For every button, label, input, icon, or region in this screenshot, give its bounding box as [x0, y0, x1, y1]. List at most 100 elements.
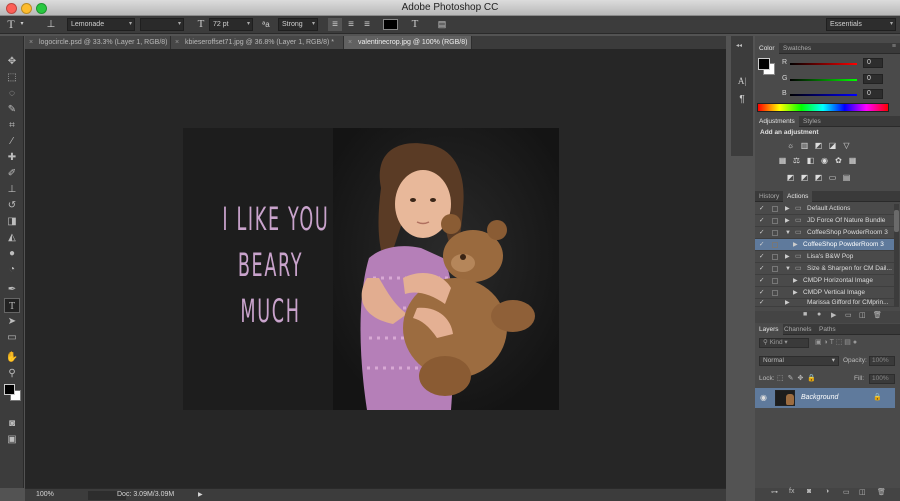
visibility-eye-icon[interactable]: ◉ [760, 393, 767, 402]
brush-tool-icon[interactable]: ✐ [4, 166, 20, 181]
close-tab-icon[interactable]: × [29, 36, 33, 49]
channel-b-value[interactable]: 0 [863, 89, 883, 99]
opacity-field[interactable]: 100% [869, 356, 895, 366]
channel-g-value[interactable]: 0 [863, 74, 883, 84]
add-mask-icon[interactable]: ◙ [807, 488, 811, 495]
history-brush-tool-icon[interactable]: ↺ [4, 198, 20, 213]
blur-tool-icon[interactable]: ● [4, 246, 20, 261]
close-window-button[interactable] [6, 3, 17, 14]
channel-b-slider[interactable] [790, 94, 857, 96]
delete-action-icon[interactable]: 🗑 [873, 311, 882, 319]
channel-mixer-icon[interactable]: ✿ [833, 156, 844, 165]
tab-styles[interactable]: Styles [799, 116, 825, 127]
play-icon[interactable]: ▶ [831, 311, 836, 319]
action-row[interactable]: ✓ ▶ CMDP Horizontal Image [755, 275, 895, 287]
lock-icons[interactable]: ⬚✎✥🔒 [777, 374, 820, 382]
invert-icon[interactable]: ◩ [785, 173, 796, 182]
crop-tool-icon[interactable]: ⌗ [4, 118, 20, 133]
tab-swatches[interactable]: Swatches [779, 43, 815, 54]
new-set-icon[interactable]: ▭ [845, 311, 852, 319]
tab-kbieseroffset71[interactable]: × kbieseroffset71.jpg @ 36.8% (Layer 1, R… [171, 36, 344, 49]
new-group-icon[interactable]: ▭ [843, 488, 850, 496]
channel-g-slider[interactable] [790, 79, 857, 81]
minimize-window-button[interactable] [21, 3, 32, 14]
eyedropper-tool-icon[interactable]: ⁄ [4, 134, 20, 149]
exposure-icon[interactable]: ◪ [827, 141, 838, 150]
zoom-level[interactable]: 100% [36, 489, 54, 501]
quick-select-tool-icon[interactable]: ✎ [4, 102, 20, 117]
layer-filter-icons[interactable]: ▣ ◑ T ⬚ ▤ ● [815, 338, 895, 348]
action-row[interactable]: ✓ ▼ ▭ CoffeeShop PowderRoom 3 [755, 227, 895, 239]
curves-icon[interactable]: ◩ [813, 141, 824, 150]
align-center-icon[interactable]: ≡ [344, 18, 358, 31]
actions-scrollbar[interactable] [894, 204, 899, 307]
blend-mode-select[interactable]: Normal ▾ [759, 356, 839, 366]
antialias-select[interactable]: Strong ▾ [278, 18, 318, 31]
tab-color[interactable]: Color [755, 43, 779, 54]
black-white-icon[interactable]: ◧ [805, 156, 816, 165]
type-tool-icon[interactable]: T [4, 18, 18, 31]
status-menu-arrow-icon[interactable]: ▶ [198, 489, 203, 501]
hand-tool-icon[interactable]: ✋ [4, 350, 20, 365]
link-layers-icon[interactable]: ⊶ [771, 488, 778, 496]
move-tool-icon[interactable]: ✥ [4, 54, 20, 69]
paint-bucket-tool-icon[interactable]: ◭ [4, 230, 20, 245]
align-right-icon[interactable]: ≡ [360, 18, 374, 31]
layer-row-background[interactable]: ◉ Background 🔒 [755, 388, 895, 408]
tab-actions[interactable]: Actions [783, 191, 813, 202]
levels-icon[interactable]: ▥ [799, 141, 810, 150]
rectangle-tool-icon[interactable]: ▭ [4, 330, 20, 345]
zoom-window-button[interactable] [36, 3, 47, 14]
foreground-color-swatch[interactable] [4, 384, 15, 395]
zoom-tool-icon[interactable]: ⚲ [4, 366, 20, 381]
action-row[interactable]: ✓ ▶ ▭ JD Force Of Nature Bundle [755, 215, 895, 227]
brightness-contrast-icon[interactable]: ☼ [785, 141, 796, 150]
quick-mask-icon[interactable]: ◙ [4, 416, 20, 431]
font-family-select[interactable]: Lemonade ▾ [67, 18, 135, 31]
character-panel-toggle-icon[interactable]: ▤ [435, 18, 449, 31]
tab-paths[interactable]: Paths [815, 324, 840, 335]
lasso-tool-icon[interactable]: ◌ [4, 86, 20, 101]
vibrance-icon[interactable]: ▽ [841, 141, 852, 150]
color-foreground-swatch[interactable] [758, 58, 770, 70]
posterize-icon[interactable]: ◩ [799, 173, 810, 182]
hue-saturation-icon[interactable]: ▦ [777, 156, 788, 165]
healing-brush-tool-icon[interactable]: ✚ [4, 150, 20, 165]
type-tool-icon[interactable]: T [4, 298, 20, 313]
tab-adjustments[interactable]: Adjustments [755, 116, 799, 127]
layer-name[interactable]: Background [801, 394, 838, 401]
marquee-tool-icon[interactable]: ⬚ [4, 70, 20, 85]
close-tab-icon[interactable]: × [348, 36, 352, 49]
path-selection-tool-icon[interactable]: ➤ [4, 314, 20, 329]
tab-valentinecrop[interactable]: × valentinecrop.jpg @ 100% (RGB/8) [344, 36, 472, 49]
new-action-icon[interactable]: ◫ [859, 311, 866, 319]
tab-layers[interactable]: Layers [755, 324, 783, 335]
panel-menu-icon[interactable]: ≡ [892, 43, 896, 50]
close-tab-icon[interactable]: × [175, 36, 179, 49]
action-row[interactable]: ✓ ▼ ▭ Size & Sharpen for CM Dail... [755, 263, 895, 275]
new-adjustment-layer-icon[interactable]: ◑ [825, 488, 829, 495]
dodge-tool-icon[interactable]: ◔ [4, 262, 20, 277]
tab-history[interactable]: History [755, 191, 783, 202]
fill-field[interactable]: 100% [869, 374, 895, 384]
channel-r-value[interactable]: 0 [863, 58, 883, 68]
channel-r-slider[interactable] [790, 63, 857, 65]
clone-stamp-tool-icon[interactable]: ⊥ [4, 182, 20, 197]
action-row-selected[interactable]: ✓ ▶ CoffeeShop PowderRoom 3 [755, 239, 895, 251]
eraser-tool-icon[interactable]: ◨ [4, 214, 20, 229]
font-style-select[interactable]: ▾ [140, 18, 184, 31]
stop-icon[interactable]: ■ [803, 311, 807, 318]
warp-text-icon[interactable]: T [408, 18, 422, 31]
tab-channels[interactable]: Channels [780, 324, 815, 335]
layer-filter-select[interactable]: ⚲ Kind ▾ [759, 338, 809, 348]
record-icon[interactable]: ● [817, 311, 821, 318]
new-layer-icon[interactable]: ◫ [859, 488, 866, 496]
photo-filter-icon[interactable]: ◉ [819, 156, 830, 165]
align-left-icon[interactable]: ≡ [328, 18, 342, 31]
action-row[interactable]: ✓ ▶ ▭ Lisa's B&W Pop [755, 251, 895, 263]
layer-style-icon[interactable]: fx [789, 488, 794, 495]
action-row[interactable]: ✓ ▶ ▭ Default Actions [755, 203, 895, 215]
delete-layer-icon[interactable]: 🗑 [877, 488, 886, 496]
collapse-dock-icon[interactable]: ◂◂ [736, 42, 748, 49]
screen-mode-icon[interactable]: ▣ [4, 432, 20, 447]
